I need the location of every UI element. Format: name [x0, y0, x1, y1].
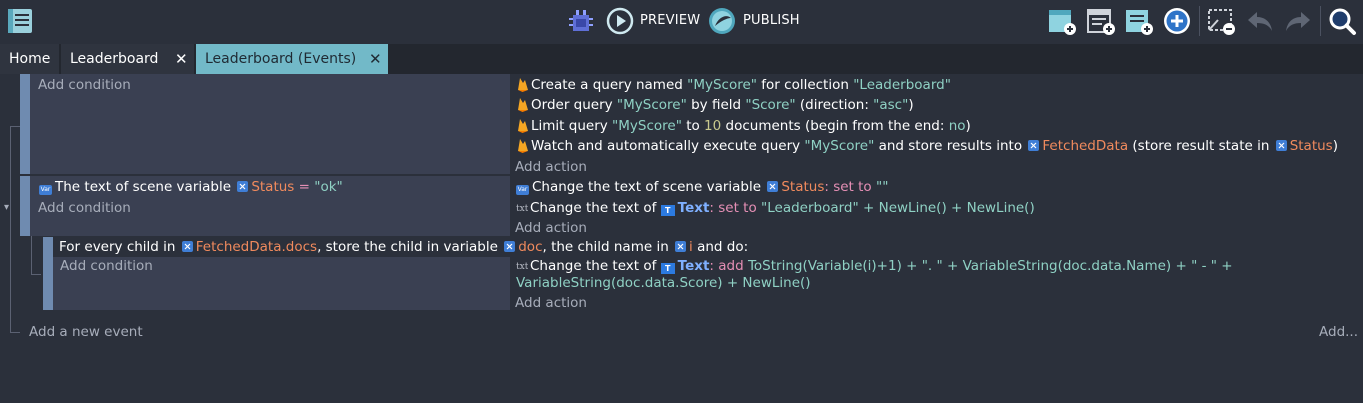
action-change-text[interactable]: txt Change the text of T Text: set to "Lea… [516, 199, 1035, 217]
toolbar: PREVIEW PUBLISH [0, 0, 1363, 44]
action-create-query[interactable]: Create a query named "MyScore" for colle… [516, 76, 951, 94]
condition-scene-variable-text[interactable]: Var The text of scene variable Status = "… [39, 178, 343, 196]
tab-label: Leaderboard (Events) [205, 51, 357, 67]
action-add-text-continued: VariableString(doc.data.Score) + NewLine… [516, 275, 811, 291]
tab-leaderboard-events[interactable]: Leaderboard (Events) ✕ [196, 44, 388, 74]
variable-icon [237, 181, 249, 192]
add-action-button[interactable]: Add action [515, 158, 587, 176]
preview-button[interactable]: PREVIEW [640, 13, 700, 28]
toolbar-separator [1320, 6, 1321, 36]
close-icon[interactable]: ✕ [175, 44, 188, 74]
firebase-icon [518, 119, 528, 133]
variable-icon [1275, 140, 1287, 151]
tree-line [31, 236, 32, 275]
svg-text:txt: txt [516, 262, 528, 271]
collapse-icon[interactable]: ▾ [4, 199, 9, 217]
variable-icon [767, 181, 779, 192]
firebase-icon [518, 98, 528, 112]
action-watch-query[interactable]: Watch and automatically execute query "M… [516, 137, 1338, 155]
tree-line [10, 126, 20, 127]
text-object-icon: txt [516, 204, 528, 213]
event-handle[interactable] [20, 176, 30, 236]
text-instance-icon: T [660, 263, 675, 274]
action-order-query[interactable]: Order query "MyScore" by field "Score" (… [516, 96, 914, 114]
close-icon[interactable]: ✕ [369, 44, 382, 74]
add-new-event-button[interactable]: Add a new event [29, 323, 143, 341]
toolbar-separator [1199, 6, 1200, 36]
add-comment-icon[interactable] [1124, 6, 1154, 36]
preview-icon[interactable] [605, 6, 635, 36]
variable-icon [675, 241, 687, 252]
scene-variable-icon: Var [39, 185, 52, 195]
publish-button[interactable]: PUBLISH [743, 13, 800, 28]
tree-line [31, 274, 41, 275]
add-condition-button[interactable]: Add condition [38, 199, 131, 217]
undo-icon[interactable] [1245, 6, 1275, 36]
add-menu-button[interactable]: Add... [1319, 323, 1358, 341]
action-change-scene-variable[interactable]: Var Change the text of scene variable Sta… [516, 178, 888, 196]
text-instance-icon: T [660, 205, 675, 216]
publish-icon[interactable] [707, 6, 737, 36]
tab-label: Home [9, 51, 51, 67]
event-handle[interactable] [43, 237, 53, 310]
redo-icon[interactable] [1283, 6, 1313, 36]
text-object-icon: txt [516, 262, 528, 271]
variable-icon [181, 241, 193, 252]
action-add-text[interactable]: txt Change the text of T Text: add ToStrin… [516, 257, 1233, 275]
add-condition-button[interactable]: Add condition [60, 257, 153, 275]
firebase-icon [518, 139, 528, 153]
variable-icon [504, 241, 516, 252]
add-subevent-icon[interactable] [1086, 6, 1116, 36]
tree-line [10, 126, 11, 333]
svg-text:txt: txt [516, 204, 528, 213]
delete-selection-icon[interactable] [1206, 6, 1236, 36]
tab-home[interactable]: Home [0, 44, 59, 74]
tab-label: Leaderboard [70, 51, 159, 67]
for-each-child-header[interactable]: For every child in FetchedData.docs, sto… [59, 238, 748, 256]
variable-icon [1028, 140, 1040, 151]
scene-variable-icon: Var [516, 185, 529, 195]
add-condition-button[interactable]: Add condition [38, 76, 131, 94]
action-limit-query[interactable]: Limit query "MyScore" to 10 documents (b… [516, 117, 971, 135]
add-action-button[interactable]: Add action [515, 219, 587, 237]
firebase-icon [518, 78, 528, 92]
tree-line [10, 332, 20, 333]
add-icon[interactable] [1162, 6, 1192, 36]
add-event-icon[interactable] [1047, 6, 1077, 36]
event-handle[interactable] [20, 74, 30, 174]
search-icon[interactable] [1327, 6, 1357, 36]
project-manager-icon[interactable] [6, 6, 36, 36]
tab-bar: Home Leaderboard ✕ Leaderboard (Events) … [0, 44, 1363, 74]
tab-leaderboard[interactable]: Leaderboard ✕ [61, 44, 194, 74]
add-action-button[interactable]: Add action [515, 294, 587, 312]
debugger-icon[interactable] [566, 6, 596, 36]
